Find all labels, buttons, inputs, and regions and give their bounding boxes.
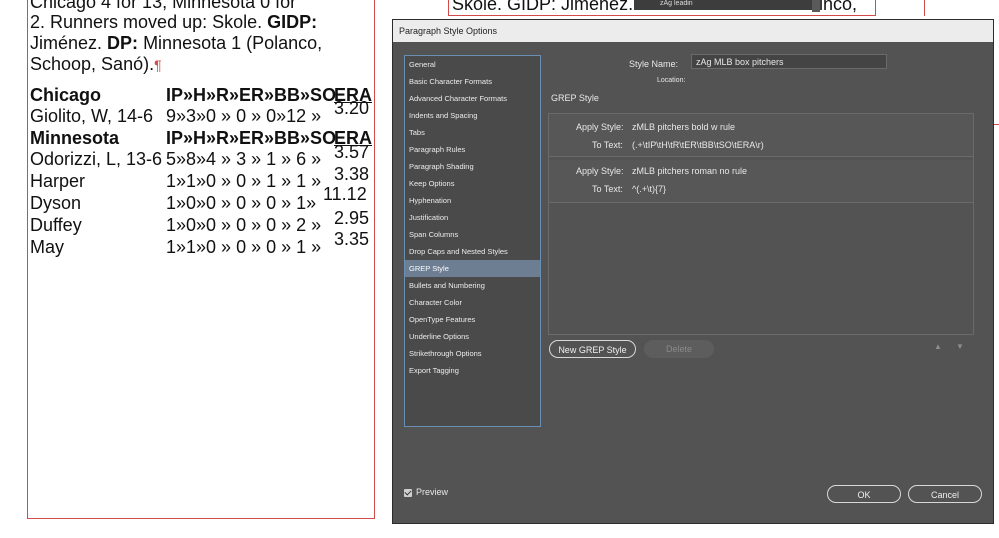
category-list[interactable]: General Basic Character Formats Advanced C… bbox=[404, 55, 541, 427]
pitcher-stats: 9»3»0 » 0 » 0»12 » bbox=[166, 106, 322, 126]
sidebar-item-drop-caps-and-nested-styles[interactable]: Drop Caps and Nested Styles bbox=[405, 243, 540, 260]
apply-style-value[interactable]: zMLB pitchers bold w rule bbox=[632, 122, 735, 132]
paragraph-style-options-dialog: Paragraph Style Options General Basic Cha… bbox=[392, 19, 994, 524]
sidebar-item-justification[interactable]: Justification bbox=[405, 209, 540, 226]
pitcher-name: Dyson bbox=[30, 193, 82, 213]
pitcher-stats: 1»1»0 » 0 » 1 » 1 » bbox=[166, 171, 322, 191]
style-name-label: Style Name: bbox=[629, 59, 679, 69]
apply-style-value[interactable]: zMLB pitchers roman no rule bbox=[632, 166, 747, 176]
to-text-value[interactable]: ^(.+\t){7} bbox=[632, 184, 666, 194]
sidebar-item-paragraph-rules[interactable]: Paragraph Rules bbox=[405, 141, 540, 158]
grep-rule[interactable]: Apply Style: zMLB pitchers bold w rule T… bbox=[549, 114, 973, 157]
to-text-label: To Text: bbox=[592, 184, 623, 194]
dialog-title[interactable]: Paragraph Style Options bbox=[393, 20, 993, 42]
background-text: Skole. GIDP: Jiménez. bbox=[452, 0, 634, 14]
sidebar-item-general[interactable]: General bbox=[405, 56, 540, 73]
pitcher-stats: 1»1»0 » 0 » 0 » 1 » bbox=[166, 237, 322, 257]
text-line: Jiménez. DP: Minnesota 1 (Polanco, bbox=[30, 33, 322, 53]
text-minnesota-dp: Minnesota 1 (Polanco, bbox=[143, 33, 323, 53]
sidebar-item-tabs[interactable]: Tabs bbox=[405, 124, 540, 141]
preview-checkbox[interactable] bbox=[404, 488, 412, 497]
sidebar-item-paragraph-shading[interactable]: Paragraph Shading bbox=[405, 158, 540, 175]
move-up-arrow-icon[interactable]: ▲ bbox=[934, 342, 942, 351]
section-title: GREP Style bbox=[551, 93, 599, 103]
text-line-partial: Chicago 4 for 13, Minnesota 0 for bbox=[30, 0, 297, 12]
apply-style-label: Apply Style: bbox=[576, 122, 624, 132]
grep-rule[interactable]: Apply Style: zMLB pitchers roman no rule… bbox=[549, 160, 973, 203]
menu-item-zag-leadin[interactable]: zAg leadin bbox=[660, 0, 693, 7]
pitcher-stats: 1»0»0 » 0 » 0 » 1» bbox=[166, 193, 317, 213]
style-name-input[interactable] bbox=[691, 54, 887, 69]
background-text-end: nco, bbox=[823, 0, 858, 14]
stat-headers: IP»H»R»ER»BB»SO bbox=[166, 85, 337, 105]
sidebar-item-indents-and-spacing[interactable]: Indents and Spacing bbox=[405, 107, 540, 124]
menu-scrollbar[interactable] bbox=[812, 0, 820, 12]
grep-style-list[interactable]: Apply Style: zMLB pitchers bold w rule T… bbox=[548, 113, 974, 335]
sidebar-item-basic-character-formats[interactable]: Basic Character Formats bbox=[405, 73, 540, 90]
to-text-label: To Text: bbox=[592, 140, 623, 150]
delete-button[interactable]: Delete bbox=[644, 340, 714, 358]
style-dropdown-menu[interactable]: zAg leadin bbox=[634, 0, 822, 10]
pitcher-name: Duffey bbox=[30, 215, 82, 235]
pitcher-name: Harper bbox=[30, 171, 86, 191]
sidebar-item-grep-style[interactable]: GREP Style bbox=[405, 260, 540, 277]
pitcher-name: May bbox=[30, 237, 65, 257]
pitcher-era: 3.57 bbox=[334, 142, 370, 162]
stat-headers: IP»H»R»ER»BB»SO bbox=[166, 128, 337, 148]
pitcher-era: 11.12 bbox=[323, 184, 367, 204]
pitcher-era: 3.35 bbox=[334, 229, 370, 249]
sidebar-item-strikethrough-options[interactable]: Strikethrough Options bbox=[405, 345, 540, 362]
text-line: 2. Runners moved up: Skole. GIDP: bbox=[30, 12, 317, 32]
sidebar-item-export-tagging[interactable]: Export Tagging bbox=[405, 362, 540, 379]
text-frame-edge bbox=[924, 0, 925, 16]
text-dp-label: DP: bbox=[107, 33, 139, 53]
apply-style-label: Apply Style: bbox=[576, 166, 624, 176]
pitcher-name: Giolito, W, 14-6 bbox=[30, 106, 154, 126]
new-grep-style-button[interactable]: New GREP Style bbox=[549, 340, 636, 358]
text-runners: 2. Runners moved up: Skole. bbox=[30, 12, 263, 32]
sidebar-item-opentype-features[interactable]: OpenType Features bbox=[405, 311, 540, 328]
pitcher-stats: 1»0»0 » 0 » 0 » 2 » bbox=[166, 215, 322, 235]
sidebar-item-bullets-and-numbering[interactable]: Bullets and Numbering bbox=[405, 277, 540, 294]
pitcher-stats: 5»8»4 » 3 » 1 » 6 » bbox=[166, 149, 322, 169]
cancel-button[interactable]: Cancel bbox=[908, 485, 982, 503]
sidebar-item-span-columns[interactable]: Span Columns bbox=[405, 226, 540, 243]
to-text-value[interactable]: (.+\tIP\tH\tR\tER\tBB\tSO\tERA\r) bbox=[632, 140, 764, 150]
pitcher-era: 3.38 bbox=[334, 164, 370, 184]
location-label: Location: bbox=[657, 77, 686, 84]
pitcher-era: 2.95 bbox=[334, 208, 370, 228]
sidebar-item-hyphenation[interactable]: Hyphenation bbox=[405, 192, 540, 209]
sidebar-item-keep-options[interactable]: Keep Options bbox=[405, 175, 540, 192]
text-gidp-label: GIDP: bbox=[267, 12, 318, 32]
text-frame-left bbox=[27, 0, 375, 519]
preview-toggle[interactable]: Preview bbox=[404, 487, 448, 497]
preview-label: Preview bbox=[416, 487, 449, 497]
pilcrow-mark: ¶ bbox=[154, 57, 162, 73]
text-jimenez: Jiménez. bbox=[30, 33, 103, 53]
text-schoop: Schoop, Sanó). bbox=[30, 54, 155, 74]
pitcher-era: 3.20 bbox=[334, 98, 370, 118]
text-line: Schoop, Sanó).¶ bbox=[30, 54, 162, 75]
pitcher-name: Odorizzi, L, 13-6 bbox=[30, 149, 163, 169]
team-name: Minnesota bbox=[30, 128, 120, 148]
team-name: Chicago bbox=[30, 85, 102, 105]
sidebar-item-character-color[interactable]: Character Color bbox=[405, 294, 540, 311]
sidebar-item-underline-options[interactable]: Underline Options bbox=[405, 328, 540, 345]
sidebar-item-advanced-character-formats[interactable]: Advanced Character Formats bbox=[405, 90, 540, 107]
ok-button[interactable]: OK bbox=[827, 485, 901, 503]
move-down-arrow-icon[interactable]: ▼ bbox=[956, 342, 964, 351]
